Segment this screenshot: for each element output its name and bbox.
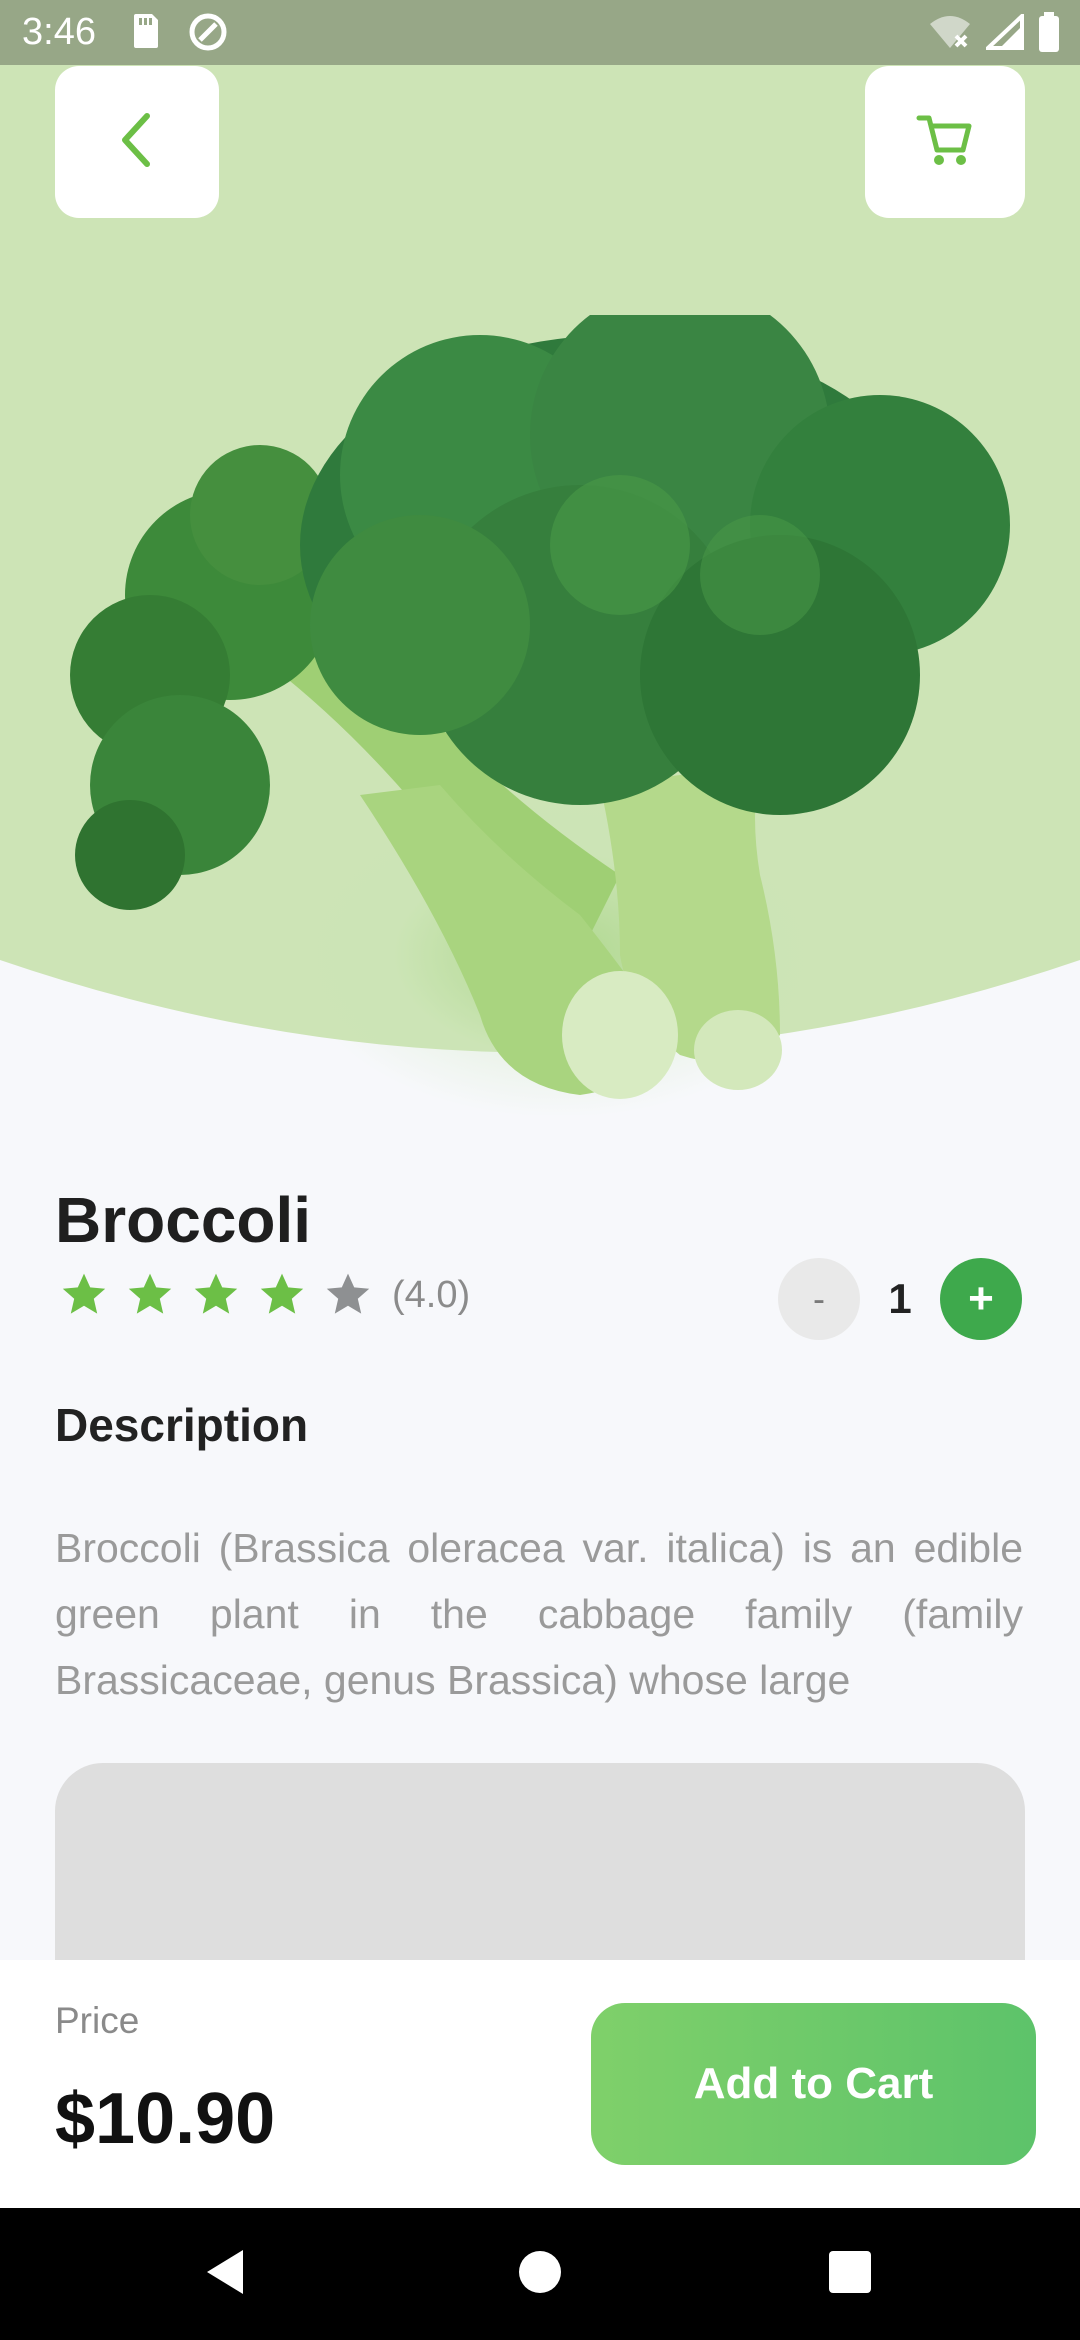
- star-filled-icon: [194, 1273, 238, 1314]
- add-to-cart-button[interactable]: Add to Cart: [591, 2003, 1036, 2165]
- back-button[interactable]: [55, 66, 219, 218]
- status-bar: 3:46: [0, 0, 1080, 65]
- star-filled-icon: [128, 1273, 172, 1314]
- star-empty-icon: [326, 1273, 370, 1314]
- decrease-quantity-button[interactable]: -: [778, 1258, 860, 1340]
- product-hero: [0, 65, 1080, 1190]
- quantity-value: 1: [888, 1275, 912, 1322]
- star-rating: [60, 1272, 372, 1318]
- description-heading: Description: [55, 1399, 309, 1451]
- price-label: Price: [55, 2000, 140, 2041]
- wifi-off-icon: [928, 14, 972, 55]
- at-sign-icon: [188, 12, 228, 57]
- star-filled-icon: [62, 1273, 106, 1314]
- system-navigation-bar: [0, 2208, 1080, 2340]
- status-time: 3:46: [22, 11, 96, 53]
- description-text: Broccoli (Brassica oleracea var. italica…: [55, 1525, 1023, 1703]
- rating-value: (4.0): [392, 1273, 471, 1316]
- nav-back-button[interactable]: [165, 2208, 285, 2340]
- nav-recents-button[interactable]: [790, 2208, 910, 2340]
- checkout-bar: Price $10.90 Add to Cart: [0, 1960, 1080, 2208]
- quantity-stepper: - 1 +: [778, 1258, 1022, 1340]
- status-notifications: [130, 12, 228, 57]
- sd-card-icon: [130, 12, 160, 57]
- price-value: $10.90: [55, 2079, 276, 2159]
- chevron-left-icon: [117, 110, 157, 175]
- battery-icon: [1038, 12, 1060, 57]
- signal-icon: [982, 11, 1024, 55]
- content-placeholder: [55, 1763, 1025, 1963]
- cart-button[interactable]: [865, 66, 1025, 218]
- rating: (4.0): [60, 1272, 470, 1318]
- shopping-cart-icon: [915, 110, 975, 175]
- nav-back-icon: [203, 2248, 247, 2301]
- status-system-icons: [928, 11, 1060, 57]
- product-title: Broccoli: [55, 1184, 312, 1256]
- increase-quantity-button[interactable]: +: [940, 1258, 1022, 1340]
- nav-home-icon: [518, 2250, 562, 2299]
- nav-recents-icon: [829, 2250, 871, 2298]
- nav-home-button[interactable]: [480, 2208, 600, 2340]
- star-filled-icon: [260, 1273, 304, 1314]
- broccoli-image: [70, 315, 1010, 1099]
